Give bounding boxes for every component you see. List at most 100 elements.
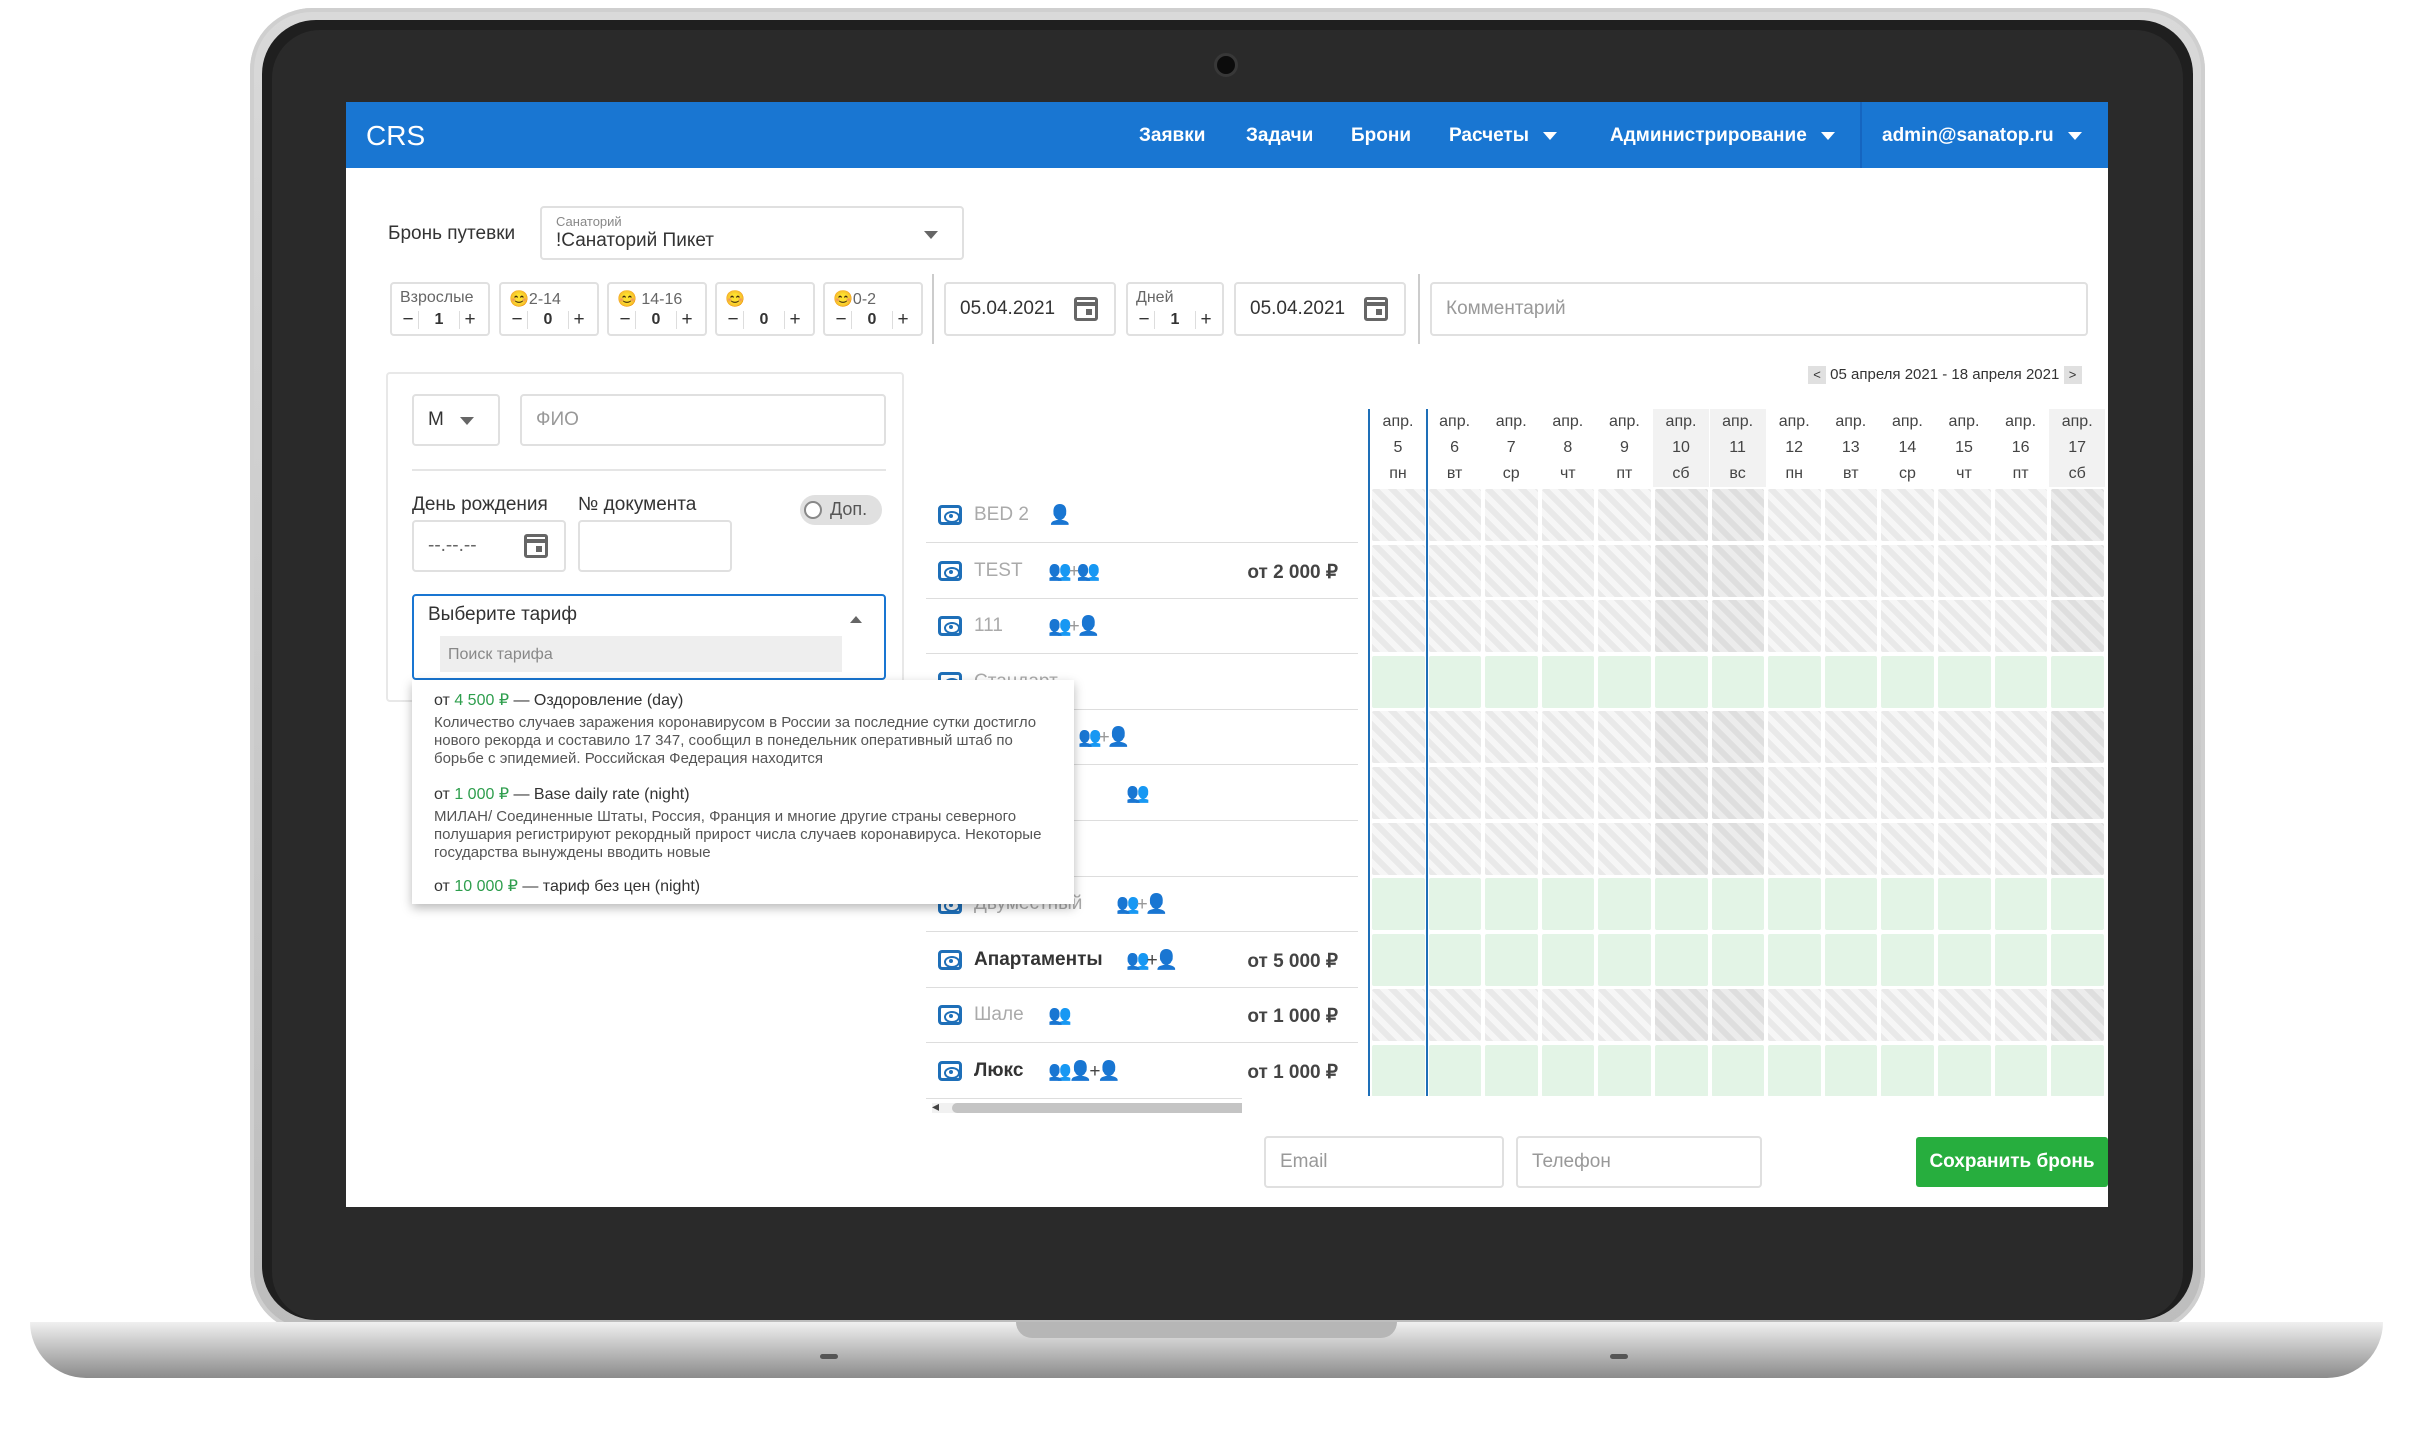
date-from-field[interactable]: 05.04.2021	[944, 282, 1116, 336]
unavailable-cell[interactable]	[1711, 544, 1765, 597]
available-cell[interactable]	[1598, 933, 1651, 986]
brand-logo[interactable]: CRS	[366, 120, 425, 152]
unavailable-cell[interactable]	[2051, 600, 2104, 653]
unavailable-cell[interactable]	[1938, 767, 1991, 819]
sanatorium-select[interactable]: Санаторий !Санаторий Пикет	[540, 206, 964, 260]
unavailable-cell[interactable]	[1994, 711, 2048, 764]
available-cell[interactable]	[1994, 1045, 2048, 1097]
available-cell[interactable]	[1768, 878, 1821, 931]
unavailable-cell[interactable]	[1824, 767, 1878, 819]
adults-stepper[interactable]: Взрослые − 1 +	[390, 282, 490, 336]
unavailable-cell[interactable]	[1598, 489, 1651, 541]
children-14-16-stepper[interactable]: 😊 14-16 − 0 +	[607, 282, 707, 336]
unavailable-cell[interactable]	[1655, 767, 1708, 819]
available-cell[interactable]	[1881, 878, 1934, 931]
save-booking-button[interactable]: Сохранить бронь	[1916, 1137, 2108, 1187]
unavailable-cell[interactable]	[1768, 767, 1821, 819]
available-cell[interactable]	[1541, 1045, 1595, 1097]
available-cell[interactable]	[1541, 878, 1595, 931]
calendar-icon[interactable]	[1074, 297, 1098, 321]
calendar-icon[interactable]	[1364, 297, 1388, 321]
unavailable-cell[interactable]	[1824, 544, 1878, 597]
unavailable-cell[interactable]	[1485, 600, 1538, 653]
available-cell[interactable]	[1711, 1045, 1765, 1097]
prev-period-button[interactable]: <	[1808, 366, 1826, 385]
unavailable-cell[interactable]	[1938, 544, 1991, 597]
tariff-select[interactable]: Выберите тариф Поиск тарифа	[412, 594, 886, 680]
available-cell[interactable]	[1711, 878, 1765, 931]
children-2-14-stepper[interactable]: 😊2-14 − 0 +	[499, 282, 599, 336]
comment-input[interactable]: Комментарий	[1430, 282, 2088, 336]
unavailable-cell[interactable]	[1938, 989, 1991, 1042]
available-cell[interactable]	[1655, 1045, 1708, 1097]
unavailable-cell[interactable]	[1824, 600, 1878, 653]
unavailable-cell[interactable]	[1768, 822, 1821, 875]
unavailable-cell[interactable]	[1768, 544, 1821, 597]
unavailable-cell[interactable]	[1881, 989, 1934, 1042]
unavailable-cell[interactable]	[1428, 989, 1482, 1042]
unavailable-cell[interactable]	[1768, 600, 1821, 653]
document-input[interactable]	[578, 520, 732, 572]
unavailable-cell[interactable]	[1938, 822, 1991, 875]
unavailable-cell[interactable]	[1881, 600, 1934, 653]
increment-button[interactable]: +	[569, 309, 589, 331]
unavailable-cell[interactable]	[1768, 489, 1821, 541]
unavailable-cell[interactable]	[1655, 822, 1708, 875]
available-cell[interactable]	[1372, 933, 1425, 986]
available-cell[interactable]	[1938, 878, 1991, 931]
birthday-input[interactable]: --.--.--	[412, 520, 566, 572]
available-cell[interactable]	[1598, 1045, 1651, 1097]
unavailable-cell[interactable]	[2051, 767, 2104, 819]
available-cell[interactable]	[1881, 933, 1934, 986]
available-cell[interactable]	[1428, 1045, 1482, 1097]
available-cell[interactable]	[1994, 933, 2048, 986]
unavailable-cell[interactable]	[2051, 711, 2104, 764]
date-to-field[interactable]: 05.04.2021	[1234, 282, 1406, 336]
available-cell[interactable]	[1824, 933, 1878, 986]
decrement-button[interactable]: −	[615, 309, 635, 331]
increment-button[interactable]: +	[460, 309, 480, 331]
available-cell[interactable]	[1428, 655, 1482, 708]
unavailable-cell[interactable]	[1711, 489, 1765, 541]
eye-icon[interactable]	[938, 1005, 962, 1026]
unavailable-cell[interactable]	[1485, 767, 1538, 819]
decrement-button[interactable]: −	[831, 309, 851, 331]
unavailable-cell[interactable]	[1598, 544, 1651, 597]
nav-item-requests[interactable]: Заявки	[1139, 125, 1205, 147]
next-period-button[interactable]: >	[2063, 366, 2082, 385]
unavailable-cell[interactable]	[1938, 489, 1991, 541]
tariff-option[interactable]: от 10 000 ₽ — тариф без цен (night)	[434, 876, 1056, 896]
unavailable-cell[interactable]	[1768, 711, 1821, 764]
unavailable-cell[interactable]	[1541, 989, 1595, 1042]
unavailable-cell[interactable]	[1994, 767, 2048, 819]
unavailable-cell[interactable]	[1598, 989, 1651, 1042]
unavailable-cell[interactable]	[1881, 767, 1934, 819]
calendar-icon[interactable]	[524, 534, 548, 558]
room-row[interactable]: Апартаменты 👥+👤 от 5 000 ₽	[926, 932, 1358, 988]
unavailable-cell[interactable]	[1541, 600, 1595, 653]
scroll-left-icon[interactable]: ◂	[932, 1098, 939, 1115]
user-menu[interactable]: admin@sanatop.ru	[1882, 125, 2082, 147]
available-cell[interactable]	[1994, 878, 2048, 931]
available-cell[interactable]	[1881, 655, 1934, 708]
room-row[interactable]: Люкс 👥👤+👤 от 1 000 ₽	[926, 1043, 1358, 1099]
unavailable-cell[interactable]	[1541, 711, 1595, 764]
unavailable-cell[interactable]	[1824, 489, 1878, 541]
unavailable-cell[interactable]	[1824, 822, 1878, 875]
unavailable-cell[interactable]	[1881, 489, 1934, 541]
decrement-button[interactable]: −	[1134, 309, 1154, 331]
available-cell[interactable]	[1485, 655, 1538, 708]
available-cell[interactable]	[2051, 655, 2104, 708]
unavailable-cell[interactable]	[2051, 822, 2104, 875]
unavailable-cell[interactable]	[2051, 489, 2104, 541]
nav-item-admin[interactable]: Администрирование	[1610, 125, 1835, 147]
room-row[interactable]: 111 👥+👤	[926, 598, 1358, 655]
nav-item-bookings[interactable]: Брони	[1351, 125, 1411, 147]
tariff-option[interactable]: от 4 500 ₽ — Оздоровление (day) Количест…	[434, 690, 1056, 768]
available-cell[interactable]	[1938, 933, 1991, 986]
unavailable-cell[interactable]	[1711, 600, 1765, 653]
unavailable-cell[interactable]	[1485, 544, 1538, 597]
increment-button[interactable]: +	[785, 309, 805, 331]
unavailable-cell[interactable]	[1372, 711, 1425, 764]
available-cell[interactable]	[1655, 933, 1708, 986]
